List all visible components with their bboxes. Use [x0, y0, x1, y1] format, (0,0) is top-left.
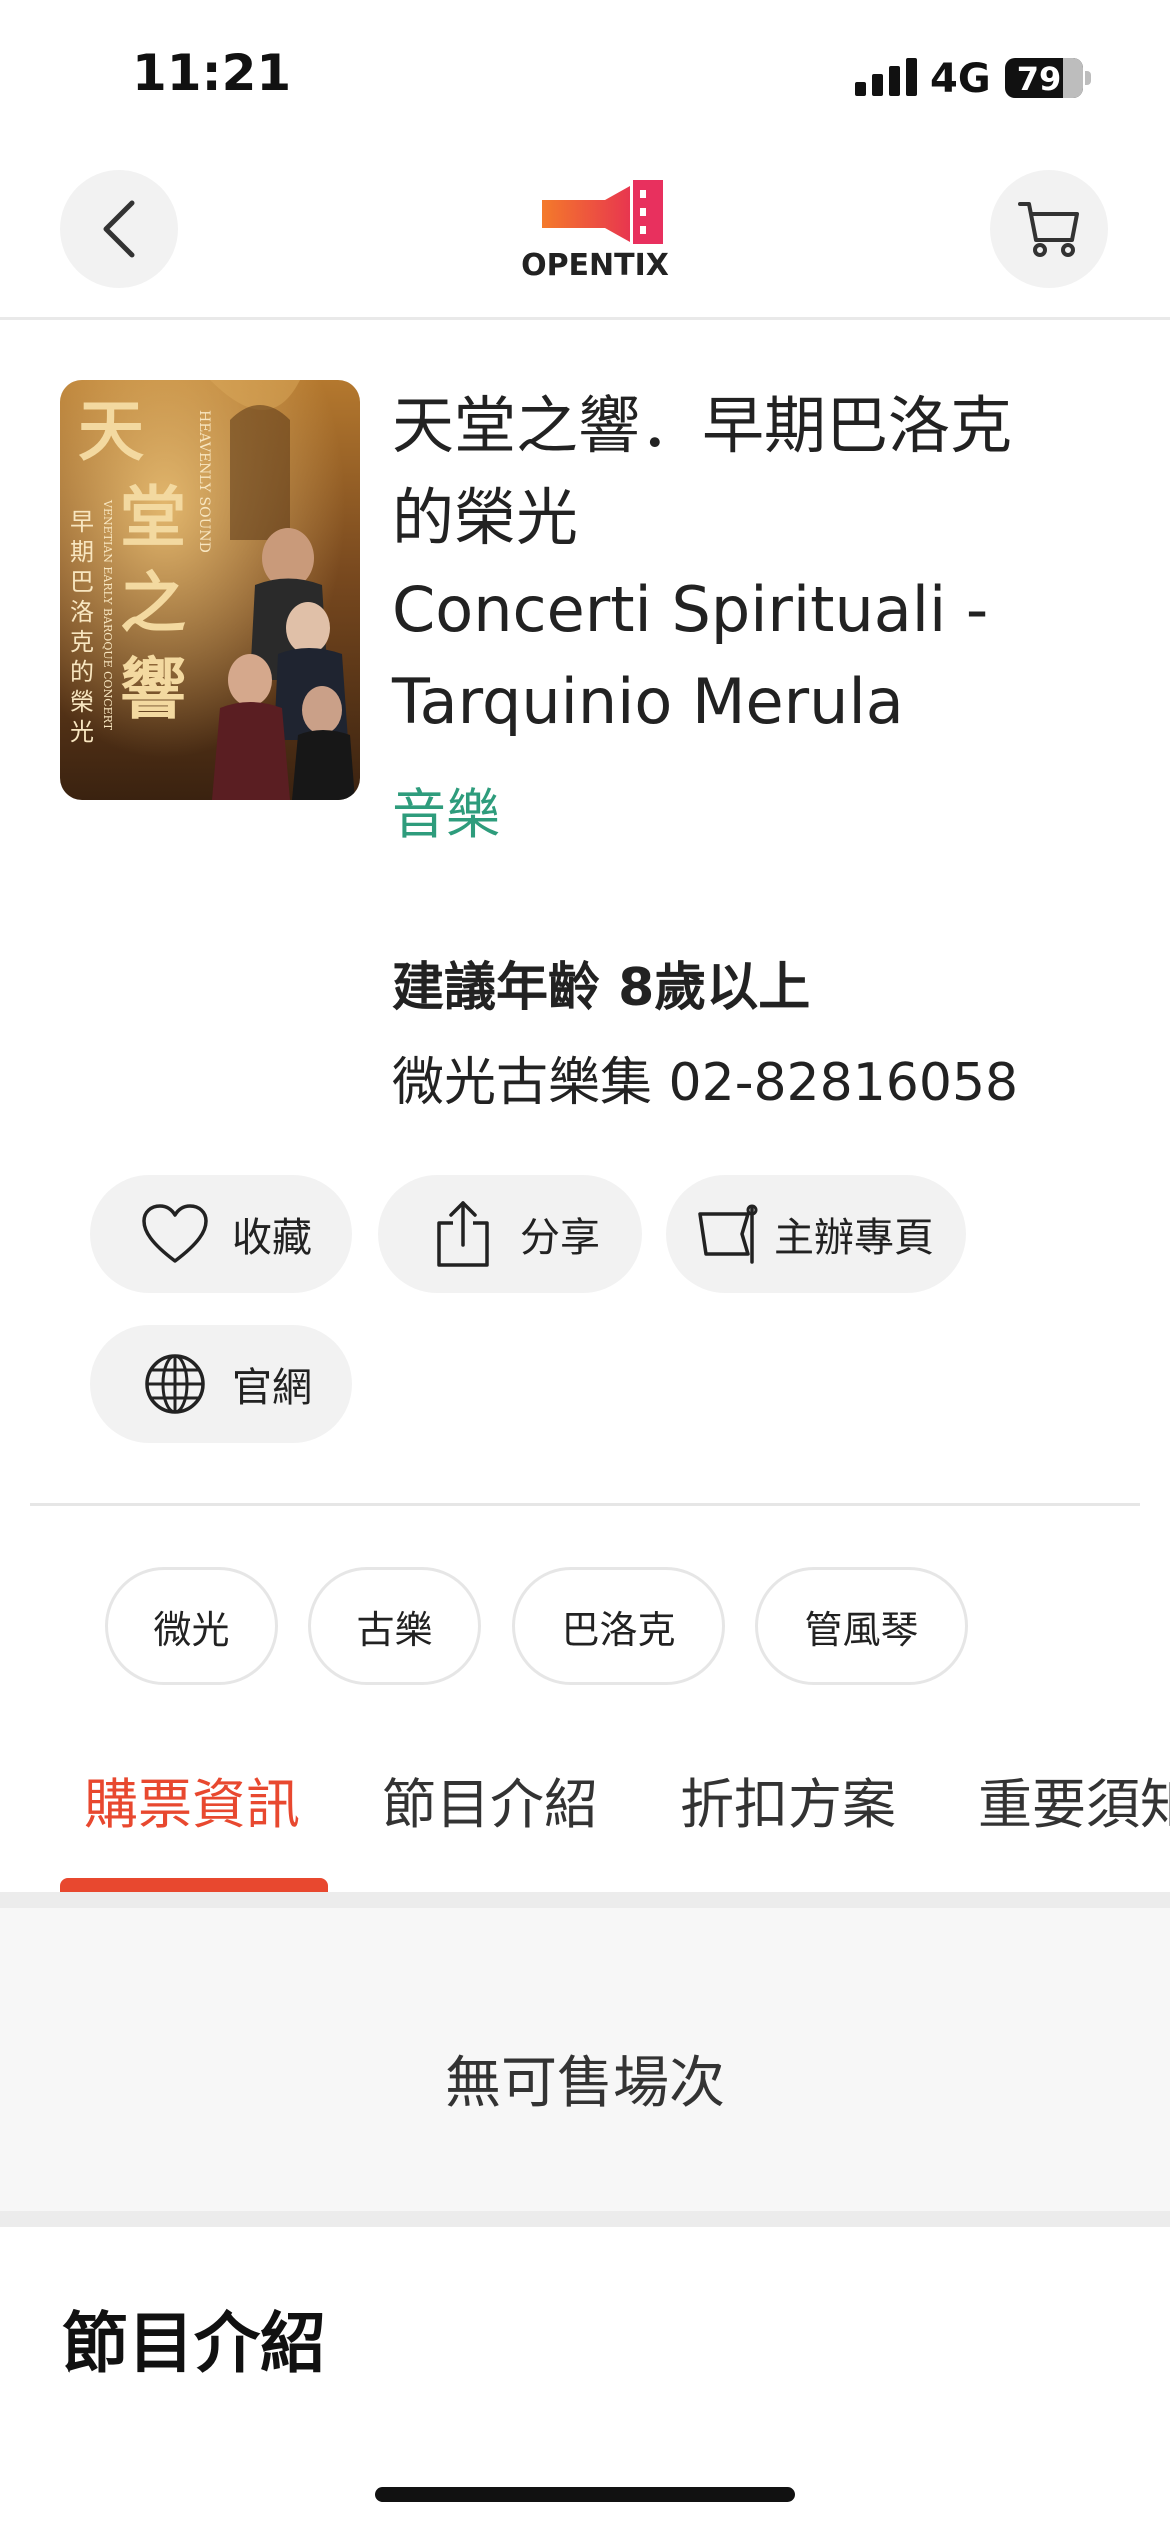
program-title: 天堂之響．早期巴洛克 的榮光 Concerti Spirituali - Tar… [392, 380, 1132, 748]
status-bar: 11:21 4G 79 [0, 0, 1170, 150]
category-label[interactable]: 音樂 [392, 770, 500, 849]
svg-text:洛: 洛 [70, 598, 94, 626]
tag-chip[interactable]: 管風琴 [755, 1567, 968, 1685]
tab-important-notes[interactable]: 重要須知 [978, 1760, 1170, 1839]
svg-text:榮: 榮 [70, 688, 94, 716]
chevron-left-icon [103, 200, 135, 258]
opentix-logo: OPENTIX [505, 178, 685, 293]
svg-text:HEAVENLY SOUND: HEAVENLY SOUND [196, 410, 212, 553]
favorite-button[interactable]: 收藏 [90, 1175, 352, 1293]
tab-program-intro[interactable]: 節目介紹 [382, 1760, 598, 1839]
tab-ticket-info[interactable]: 購票資訊 [84, 1760, 300, 1839]
cart-icon [1018, 202, 1079, 257]
back-button[interactable] [60, 170, 178, 288]
no-sessions-message: 無可售場次 [445, 2051, 725, 2116]
poster-title-char: 天 [78, 392, 144, 470]
title-line: 的榮光 [392, 481, 579, 554]
svg-text:的: 的 [70, 658, 94, 686]
title-line: 天堂之響．早期巴洛克 [392, 389, 1013, 462]
svg-text:巴: 巴 [70, 568, 94, 596]
flag-icon [696, 1199, 766, 1269]
divider [30, 1503, 1140, 1506]
title-line: Concerti Spirituali - [392, 573, 989, 646]
svg-text:VENETIAN EARLY BAROQUE CONCERT: VENETIAN EARLY BAROQUE CONCERT [101, 499, 114, 731]
logo-text: OPENTIX [521, 248, 669, 283]
globe-icon [140, 1349, 210, 1419]
svg-text:光: 光 [70, 718, 94, 746]
share-button[interactable]: 分享 [378, 1175, 642, 1293]
svg-text:克: 克 [70, 628, 94, 656]
organizer-page-button[interactable]: 主辦專頁 [666, 1175, 966, 1293]
svg-text:早: 早 [70, 508, 94, 536]
organizer-contact: 微光古樂集 02-82816058 [392, 1053, 1019, 1113]
network-type: 4G [930, 56, 991, 102]
ticket-panel: 無可售場次 [0, 1892, 1170, 2227]
tab-discounts[interactable]: 折扣方案 [680, 1760, 896, 1839]
program-poster: 天 堂 之 響 早 期 巴 洛 克 的 榮 光 HEAVENLY SOUND V… [60, 380, 360, 800]
section-title: 節目介紹 [62, 2305, 326, 2382]
nav-bar: OPENTIX [0, 150, 1170, 320]
share-icon [428, 1199, 498, 1269]
battery-icon: 79 [1005, 58, 1091, 98]
logo-mark-icon [542, 180, 663, 244]
share-label: 分享 [520, 1215, 600, 1261]
title-line: Tarquinio Merula [392, 665, 904, 738]
tag-chip[interactable]: 巴洛克 [512, 1567, 725, 1685]
favorite-label: 收藏 [232, 1215, 312, 1261]
home-indicator[interactable] [375, 2487, 795, 2502]
active-tab-indicator [60, 1878, 328, 1892]
heart-icon [140, 1199, 210, 1269]
website-button[interactable]: 官網 [90, 1325, 352, 1443]
tag-chip[interactable]: 微光 [105, 1567, 278, 1685]
status-time: 11:21 [132, 44, 292, 102]
svg-text:響: 響 [120, 650, 186, 728]
cart-button[interactable] [990, 170, 1108, 288]
age-recommendation: 建議年齡 8歲以上 [392, 958, 811, 1018]
signal-icon [855, 58, 917, 96]
svg-text:堂: 堂 [120, 478, 186, 556]
website-label: 官網 [232, 1365, 312, 1411]
svg-text:期: 期 [70, 538, 94, 566]
tag-chip[interactable]: 古樂 [308, 1567, 481, 1685]
battery-level: 79 [1016, 60, 1062, 98]
organizer-page-label: 主辦專頁 [774, 1215, 934, 1261]
svg-text:之: 之 [120, 564, 186, 642]
